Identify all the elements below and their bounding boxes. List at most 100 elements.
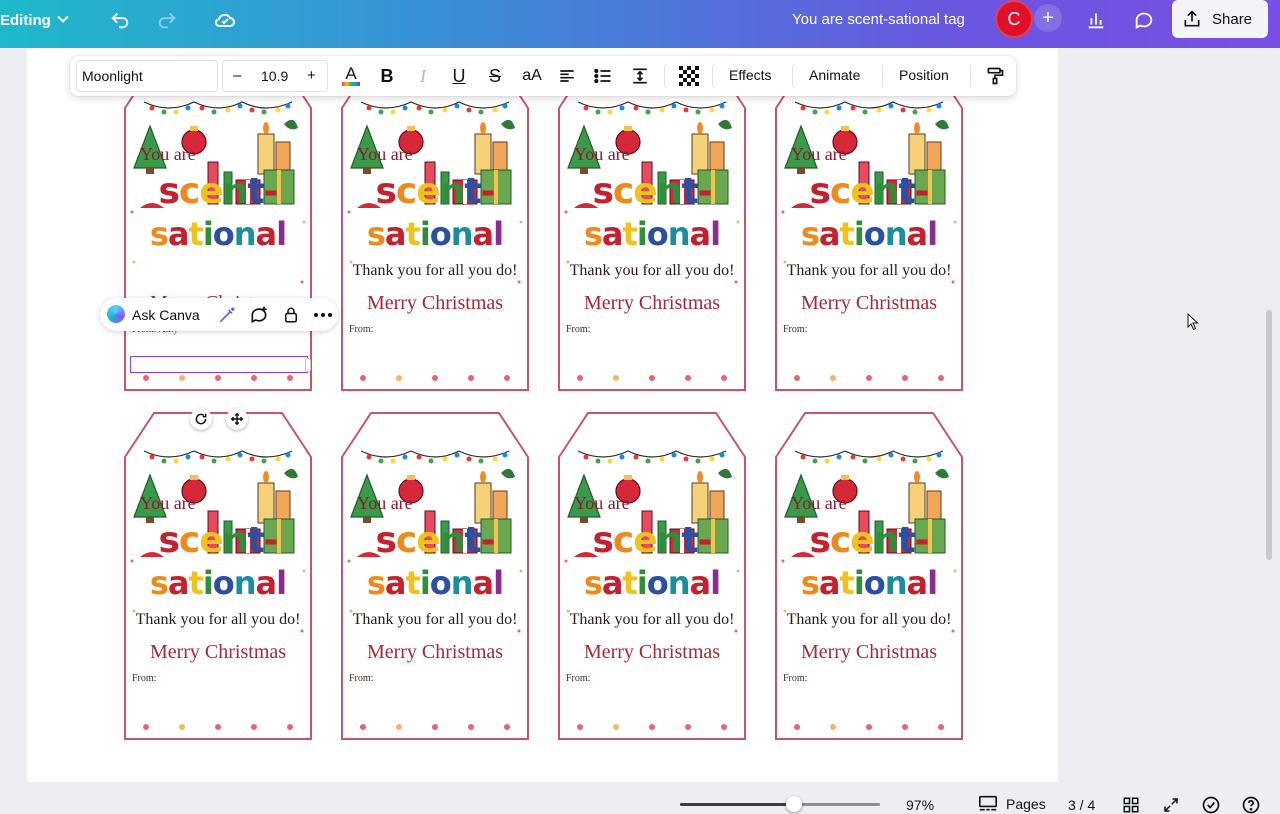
- thanks-text[interactable]: Thank you for all you do!: [341, 262, 529, 280]
- text-selection-box[interactable]: [130, 356, 311, 373]
- zoom-slider-thumb[interactable]: [786, 796, 802, 812]
- text-color-button[interactable]: A: [340, 62, 362, 90]
- you-are-text[interactable]: You are: [357, 144, 413, 165]
- thanks-text[interactable]: Thank you for all you do!: [558, 262, 746, 280]
- merry-christmas-text[interactable]: Merry Christmas: [341, 641, 529, 664]
- grid-view-icon[interactable]: [1120, 794, 1142, 814]
- scent-text[interactable]: scent-: [775, 172, 963, 212]
- vertical-scrollbar[interactable]: [1266, 310, 1272, 560]
- increase-font-size-button[interactable]: +: [307, 67, 316, 84]
- gift-tag[interactable]: You are scent- sational Thank you for al…: [341, 62, 529, 391]
- merry-christmas-text[interactable]: Merry Christmas: [558, 292, 746, 315]
- sational-text[interactable]: sational: [775, 216, 963, 252]
- scent-text[interactable]: scent-: [558, 521, 746, 561]
- magic-edit-icon[interactable]: [216, 304, 238, 326]
- sational-text[interactable]: sational: [558, 565, 746, 601]
- comment-icon[interactable]: [1130, 6, 1158, 34]
- sational-text[interactable]: sational: [341, 216, 529, 252]
- you-are-text[interactable]: You are: [574, 493, 630, 514]
- spacing-icon[interactable]: [629, 62, 651, 90]
- from-field[interactable]: From:: [566, 324, 590, 335]
- position-button[interactable]: Position: [899, 67, 949, 83]
- scent-text[interactable]: scent-: [558, 172, 746, 212]
- transparency-icon[interactable]: [678, 62, 700, 90]
- gift-tag[interactable]: You are scent- sational Merry Christmas …: [124, 62, 312, 391]
- bold-button[interactable]: B: [378, 62, 396, 90]
- fullscreen-icon[interactable]: [1160, 794, 1182, 814]
- resize-handle[interactable]: [305, 358, 311, 372]
- document-title[interactable]: You are scent-sational tag: [792, 11, 965, 28]
- sational-text[interactable]: sational: [124, 565, 312, 601]
- scent-text[interactable]: scent-: [341, 521, 529, 561]
- decrease-font-size-button[interactable]: –: [233, 67, 241, 84]
- redo-icon[interactable]: [153, 6, 181, 34]
- comment-add-icon[interactable]: [248, 304, 270, 326]
- merry-christmas-text[interactable]: Merry Christmas: [775, 641, 963, 664]
- letter-case-button[interactable]: aA: [521, 62, 543, 90]
- editing-mode-dropdown[interactable]: Editing: [0, 6, 69, 34]
- merry-christmas-text[interactable]: Merry Christmas: [124, 641, 312, 664]
- check-circle-icon[interactable]: [1200, 794, 1222, 814]
- gift-tag[interactable]: You are scent- sational Thank you for al…: [775, 62, 963, 391]
- move-icon[interactable]: [226, 408, 248, 430]
- lock-icon[interactable]: [280, 304, 302, 326]
- help-icon[interactable]: [1240, 794, 1262, 814]
- you-are-text[interactable]: You are: [140, 493, 196, 514]
- thanks-text[interactable]: Thank you for all you do!: [341, 611, 529, 629]
- font-size-input[interactable]: 10.9: [261, 68, 288, 84]
- merry-christmas-text[interactable]: Merry Christmas: [775, 292, 963, 315]
- zoom-level[interactable]: 97%: [906, 797, 934, 813]
- from-field[interactable]: From:: [783, 324, 807, 335]
- pages-button[interactable]: Pages: [978, 795, 1046, 813]
- zoom-slider[interactable]: [680, 803, 880, 806]
- you-are-text[interactable]: You are: [140, 144, 196, 165]
- font-selector[interactable]: Moonlight: [76, 60, 218, 92]
- list-icon[interactable]: [592, 62, 614, 90]
- add-collaborator-button[interactable]: +: [1034, 4, 1062, 32]
- you-are-text[interactable]: You are: [357, 493, 413, 514]
- share-button[interactable]: Share: [1172, 0, 1268, 38]
- from-field[interactable]: From:: [349, 673, 373, 684]
- from-field[interactable]: From:: [783, 673, 807, 684]
- effects-button[interactable]: Effects: [729, 67, 772, 83]
- ask-canva-button[interactable]: Ask Canva: [132, 307, 200, 323]
- thanks-text[interactable]: Thank you for all you do!: [775, 611, 963, 629]
- sational-text[interactable]: sational: [775, 565, 963, 601]
- more-icon[interactable]: [312, 304, 334, 326]
- align-icon[interactable]: [556, 62, 578, 90]
- you-are-text[interactable]: You are: [791, 493, 847, 514]
- cloud-saved-icon[interactable]: [211, 6, 239, 34]
- sational-text[interactable]: sational: [124, 216, 312, 252]
- sational-text[interactable]: sational: [341, 565, 529, 601]
- thanks-text[interactable]: Thank you for all you do!: [558, 611, 746, 629]
- italic-button[interactable]: I: [414, 62, 432, 90]
- gift-tag[interactable]: You are scent- sational Thank you for al…: [341, 411, 529, 740]
- animate-button[interactable]: Animate: [809, 67, 860, 83]
- merry-christmas-text[interactable]: Merry Christmas: [341, 292, 529, 315]
- gift-tag[interactable]: You are scent- sational Thank you for al…: [775, 411, 963, 740]
- undo-icon[interactable]: [106, 6, 134, 34]
- scent-text[interactable]: scent-: [341, 172, 529, 212]
- merry-christmas-text[interactable]: Merry Christmas: [558, 641, 746, 664]
- avatar[interactable]: C: [995, 0, 1033, 38]
- rotate-icon[interactable]: [190, 408, 212, 430]
- you-are-text[interactable]: You are: [791, 144, 847, 165]
- from-field[interactable]: From:: [566, 673, 590, 684]
- from-field[interactable]: From:: [349, 324, 373, 335]
- from-field[interactable]: From:: [132, 673, 156, 684]
- strikethrough-button[interactable]: S: [486, 62, 504, 90]
- thanks-text[interactable]: Thank you for all you do!: [124, 611, 312, 629]
- scent-text[interactable]: scent-: [775, 521, 963, 561]
- gift-tag[interactable]: You are scent- sational Thank you for al…: [558, 62, 746, 391]
- gift-tag[interactable]: You are scent- sational Thank you for al…: [558, 411, 746, 740]
- sational-text[interactable]: sational: [558, 216, 746, 252]
- gift-tag[interactable]: You are scent- sational Thank you for al…: [124, 411, 312, 740]
- scent-text[interactable]: scent-: [124, 172, 312, 212]
- sational-letter: a: [255, 215, 278, 253]
- paint-roller-icon[interactable]: [984, 62, 1006, 90]
- you-are-text[interactable]: You are: [574, 144, 630, 165]
- scent-text[interactable]: scent-: [124, 521, 312, 561]
- thanks-text[interactable]: Thank you for all you do!: [775, 262, 963, 280]
- insights-icon[interactable]: [1082, 6, 1110, 34]
- underline-button[interactable]: U: [450, 62, 468, 90]
